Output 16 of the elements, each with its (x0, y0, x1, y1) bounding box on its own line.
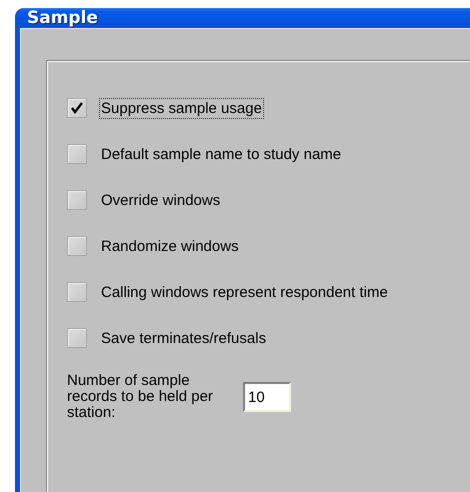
checkbox-label[interactable]: Randomize windows (100, 236, 240, 256)
checkbox[interactable] (67, 236, 87, 256)
checkbox-label[interactable]: Calling windows represent respondent time (100, 282, 389, 302)
checkbox[interactable] (67, 98, 87, 118)
records-input[interactable]: 10 (243, 382, 291, 412)
checkbox-label[interactable]: Save terminates/refusals (100, 328, 268, 348)
checkbox-label[interactable]: Override windows (100, 190, 222, 210)
window-title: Sample (27, 8, 98, 28)
checkbox-label[interactable]: Suppress sample usage (100, 98, 263, 118)
checkbox[interactable] (67, 190, 87, 210)
checkbox-label[interactable]: Default sample name to study name (100, 144, 342, 164)
checkbox[interactable] (67, 282, 87, 302)
checkbox[interactable] (67, 328, 87, 348)
field-label: Number of sample records to be held per station: (67, 373, 214, 421)
checkbox[interactable] (67, 144, 87, 164)
check-icon (71, 102, 83, 114)
